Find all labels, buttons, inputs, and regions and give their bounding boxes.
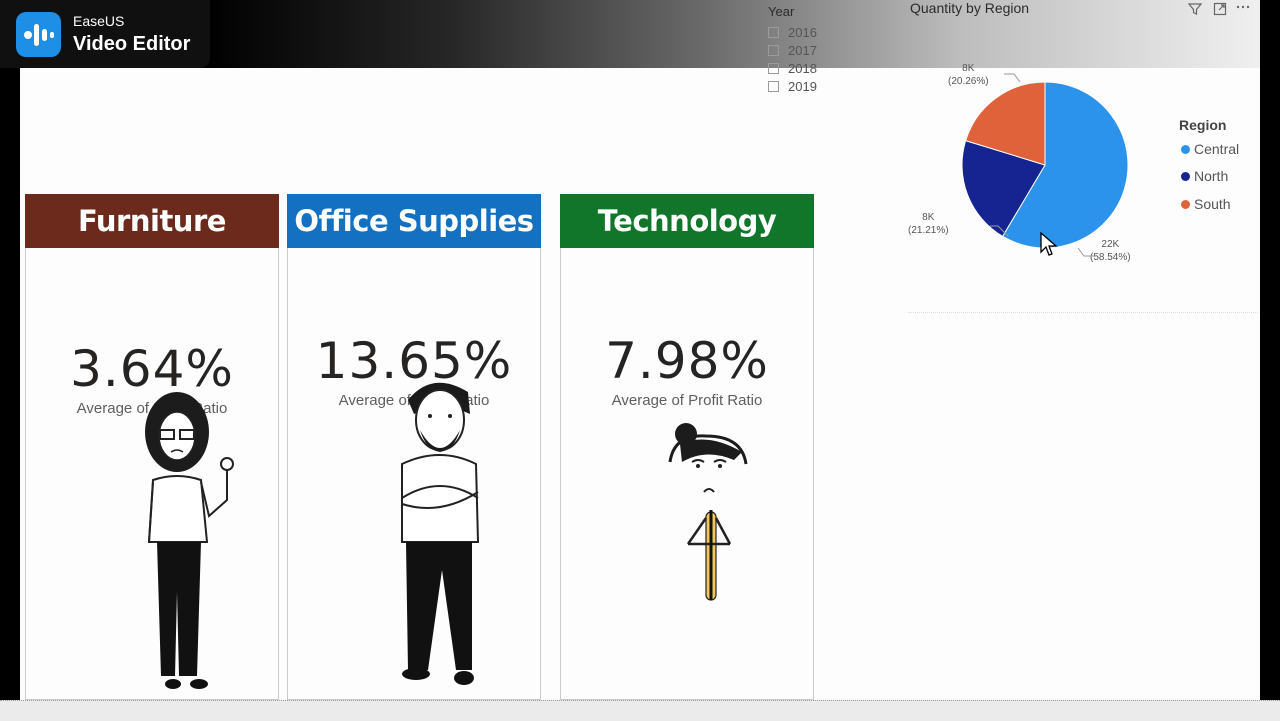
right-border	[1260, 0, 1280, 720]
woman-character-illustration	[145, 392, 234, 689]
brand-small-text: EaseUS	[73, 13, 125, 29]
checkbox[interactable]	[768, 44, 779, 56]
slicer-item-2017[interactable]: 2017	[768, 42, 817, 58]
kpi-value: 7.98%	[605, 332, 769, 390]
legend-item-central[interactable]: Central	[1181, 141, 1239, 157]
kpi-value: 3.64%	[70, 340, 234, 398]
legend-marker	[1181, 171, 1190, 181]
slicer-item-label: 2019	[788, 78, 817, 94]
easeus-logo-icon	[16, 12, 61, 57]
slicer-item-label: 2016	[788, 24, 817, 40]
left-border	[0, 68, 20, 720]
girl-sketch-illustration	[668, 423, 748, 601]
slicer-item-2019[interactable]: 2019	[768, 78, 817, 94]
visual-divider	[908, 312, 1258, 313]
year-slicer-title: Year	[768, 4, 795, 19]
filter-icon[interactable]	[1187, 2, 1203, 20]
legend-item-south[interactable]: South	[1181, 196, 1231, 212]
pie-data-label-south: 8K (20.26%)	[948, 63, 989, 87]
legend-item-north[interactable]: North	[1181, 168, 1228, 184]
brand-name-text: Video Editor	[73, 33, 191, 55]
slicer-item-2016[interactable]: 2016	[768, 24, 817, 40]
pie-leader-lines	[990, 73, 1094, 257]
mouse-cursor-icon	[1040, 232, 1058, 256]
pie-chart-title: Quantity by Region	[910, 0, 1030, 16]
pie-data-label-north: 8K (21.21%)	[908, 212, 949, 236]
legend-marker	[1181, 144, 1190, 154]
legend-label: North	[1194, 168, 1229, 184]
card-header: Office Supplies	[287, 194, 541, 248]
man-character-illustration	[401, 382, 480, 685]
bottom-band	[0, 700, 1280, 721]
card-header: Furniture	[25, 194, 279, 248]
slicer-item-2018[interactable]: 2018	[768, 60, 817, 76]
watermark-badge: EaseUS Video Editor	[0, 0, 210, 68]
legend-title: Region	[1179, 117, 1227, 133]
slicer-item-label: 2017	[788, 42, 817, 58]
focus-mode-icon[interactable]	[1213, 2, 1227, 20]
legend-label: South	[1194, 196, 1231, 212]
kpi-label: Average of Profit Ratio	[611, 392, 763, 409]
checkbox[interactable]	[768, 26, 779, 38]
more-options-icon[interactable]	[1236, 0, 1250, 18]
slicer-item-label: 2018	[788, 60, 817, 76]
checkbox[interactable]	[768, 62, 779, 74]
checkbox[interactable]	[768, 80, 779, 92]
legend-marker	[1181, 199, 1190, 209]
legend-label: Central	[1194, 141, 1240, 157]
card-header: Technology	[560, 194, 814, 248]
